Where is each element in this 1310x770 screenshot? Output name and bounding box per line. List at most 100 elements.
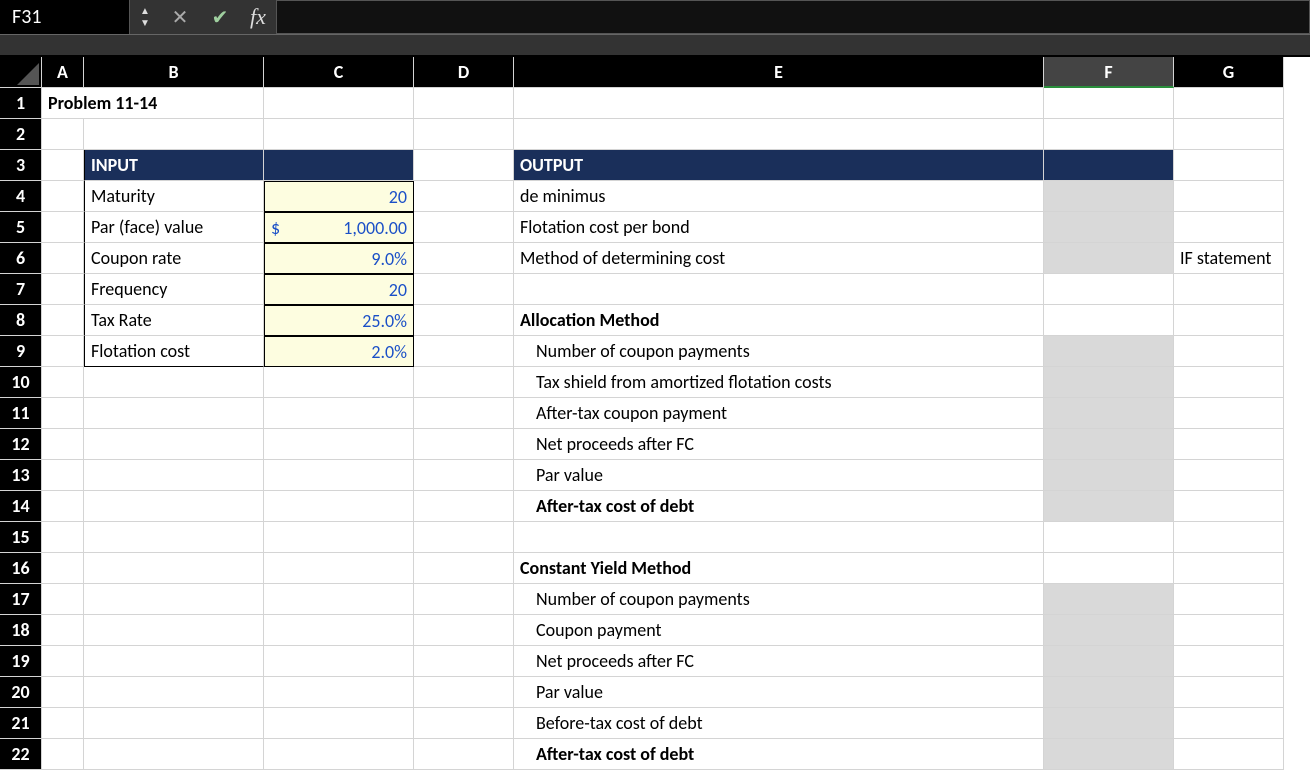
cell-F5[interactable] — [1044, 212, 1174, 243]
cell-C13[interactable] — [264, 460, 414, 491]
row-8[interactable]: 8 — [0, 305, 42, 336]
cell-D21[interactable] — [414, 708, 514, 739]
cell-C3[interactable] — [264, 150, 414, 181]
cell-B3[interactable]: INPUT — [84, 150, 264, 181]
row-22[interactable]: 22 — [0, 739, 42, 770]
row-3[interactable]: 3 — [0, 150, 42, 181]
cell-E6[interactable]: Method of determining cost — [514, 243, 1044, 274]
spreadsheet-grid[interactable]: A B C D E F G 1 Problem 11-14 2 3 INPUT … — [0, 55, 1310, 770]
cell-C17[interactable] — [264, 584, 414, 615]
cell-F9[interactable] — [1044, 336, 1174, 367]
cell-G11[interactable] — [1174, 398, 1284, 429]
cell-A17[interactable] — [42, 584, 84, 615]
cell-C11[interactable] — [264, 398, 414, 429]
row-5[interactable]: 5 — [0, 212, 42, 243]
cell-B13[interactable] — [84, 460, 264, 491]
cell-D13[interactable] — [414, 460, 514, 491]
cell-C5[interactable]: $ 1,000.00 — [264, 212, 414, 243]
cell-B14[interactable] — [84, 491, 264, 522]
cell-C14[interactable] — [264, 491, 414, 522]
cell-D19[interactable] — [414, 646, 514, 677]
cell-E14[interactable]: After-tax cost of debt — [514, 491, 1044, 522]
cell-D4[interactable] — [414, 181, 514, 212]
row-9[interactable]: 9 — [0, 336, 42, 367]
cell-A5[interactable] — [42, 212, 84, 243]
cell-E15[interactable] — [514, 522, 1044, 553]
cell-C2[interactable] — [264, 119, 414, 150]
row-17[interactable]: 17 — [0, 584, 42, 615]
row-20[interactable]: 20 — [0, 677, 42, 708]
cell-E1[interactable] — [514, 88, 1044, 119]
row-18[interactable]: 18 — [0, 615, 42, 646]
cell-B22[interactable] — [84, 739, 264, 770]
cell-F19[interactable] — [1044, 646, 1174, 677]
cell-D11[interactable] — [414, 398, 514, 429]
cell-A15[interactable] — [42, 522, 84, 553]
cell-B19[interactable] — [84, 646, 264, 677]
cell-G7[interactable] — [1174, 274, 1284, 305]
cell-E17[interactable]: Number of coupon payments — [514, 584, 1044, 615]
cell-C22[interactable] — [264, 739, 414, 770]
row-13[interactable]: 13 — [0, 460, 42, 491]
cell-B20[interactable] — [84, 677, 264, 708]
cell-F13[interactable] — [1044, 460, 1174, 491]
cell-G18[interactable] — [1174, 615, 1284, 646]
cell-B21[interactable] — [84, 708, 264, 739]
cell-B18[interactable] — [84, 615, 264, 646]
select-all-corner[interactable] — [0, 57, 42, 88]
cancel-formula-icon[interactable]: ✕ — [160, 0, 200, 34]
col-F[interactable]: F — [1044, 57, 1174, 88]
cell-D1[interactable] — [414, 88, 514, 119]
col-C[interactable]: C — [264, 57, 414, 88]
row-11[interactable]: 11 — [0, 398, 42, 429]
cell-C4[interactable]: 20 — [264, 181, 414, 212]
cell-F22[interactable] — [1044, 739, 1174, 770]
cell-A16[interactable] — [42, 553, 84, 584]
cell-A13[interactable] — [42, 460, 84, 491]
cell-C19[interactable] — [264, 646, 414, 677]
cell-G15[interactable] — [1174, 522, 1284, 553]
stepper-down-icon[interactable]: ▼ — [140, 18, 150, 28]
cell-A18[interactable] — [42, 615, 84, 646]
cell-A22[interactable] — [42, 739, 84, 770]
col-B[interactable]: B — [84, 57, 264, 88]
cell-E18[interactable]: Coupon payment — [514, 615, 1044, 646]
cell-C20[interactable] — [264, 677, 414, 708]
cell-E22[interactable]: After-tax cost of debt — [514, 739, 1044, 770]
cell-F8[interactable] — [1044, 305, 1174, 336]
cell-D9[interactable] — [414, 336, 514, 367]
cell-F11[interactable] — [1044, 398, 1174, 429]
cell-B4[interactable]: Maturity — [84, 181, 264, 212]
cell-C1[interactable] — [264, 88, 414, 119]
cell-E19[interactable]: Net proceeds after FC — [514, 646, 1044, 677]
cell-C8[interactable]: 25.0% — [264, 305, 414, 336]
row-4[interactable]: 4 — [0, 181, 42, 212]
cell-C10[interactable] — [264, 367, 414, 398]
col-D[interactable]: D — [414, 57, 514, 88]
cell-D3[interactable] — [414, 150, 514, 181]
cell-D8[interactable] — [414, 305, 514, 336]
cell-F18[interactable] — [1044, 615, 1174, 646]
cell-D10[interactable] — [414, 367, 514, 398]
cell-F14[interactable] — [1044, 491, 1174, 522]
cell-F10[interactable] — [1044, 367, 1174, 398]
name-box[interactable]: F31 — [0, 0, 130, 34]
cell-G19[interactable] — [1174, 646, 1284, 677]
cell-B7[interactable]: Frequency — [84, 274, 264, 305]
cell-C15[interactable] — [264, 522, 414, 553]
cell-D14[interactable] — [414, 491, 514, 522]
cell-A19[interactable] — [42, 646, 84, 677]
cell-E16[interactable]: Constant Yield Method — [514, 553, 1044, 584]
row-14[interactable]: 14 — [0, 491, 42, 522]
cell-B10[interactable] — [84, 367, 264, 398]
cell-G5[interactable] — [1174, 212, 1284, 243]
cell-F15[interactable] — [1044, 522, 1174, 553]
cell-B5[interactable]: Par (face) value — [84, 212, 264, 243]
row-19[interactable]: 19 — [0, 646, 42, 677]
cell-E12[interactable]: Net proceeds after FC — [514, 429, 1044, 460]
cell-C16[interactable] — [264, 553, 414, 584]
cell-G2[interactable] — [1174, 119, 1284, 150]
cell-C18[interactable] — [264, 615, 414, 646]
stepper-up-icon[interactable]: ▲ — [140, 6, 150, 16]
col-A[interactable]: A — [42, 57, 84, 88]
